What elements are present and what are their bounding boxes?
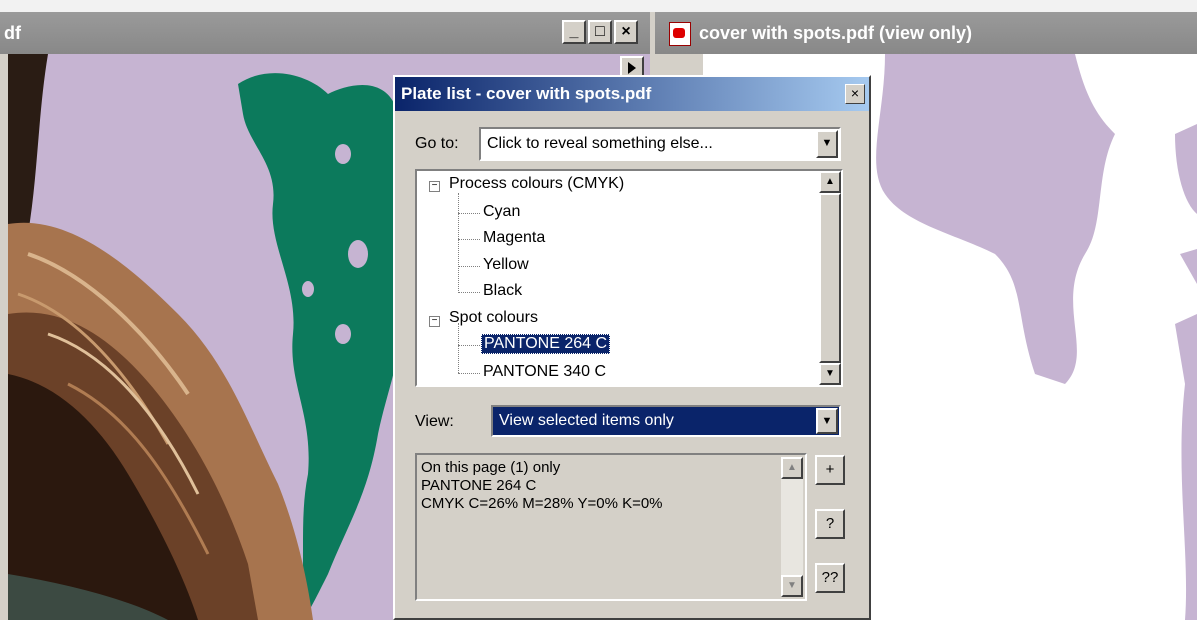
minimize-button[interactable]: _ — [562, 20, 586, 44]
tree-group-spot[interactable]: Spot colours — [449, 309, 538, 327]
view-label: View: — [415, 413, 454, 430]
help-button[interactable]: ? — [815, 509, 845, 539]
info-line: On this page (1) only — [421, 459, 561, 476]
right-window-titlebar[interactable]: cover with spots.pdf (view only) — [655, 12, 1197, 54]
tree-item-yellow[interactable]: Yellow — [483, 256, 529, 274]
dialog-close-button[interactable]: × — [845, 84, 865, 104]
tree-scrollbar[interactable]: ▲ ▼ — [819, 171, 841, 385]
close-button[interactable]: × — [614, 20, 638, 44]
plate-list-dialog: Plate list - cover with spots.pdf × Go t… — [393, 75, 871, 620]
info-scrollbar[interactable]: ▲ ▼ — [781, 457, 803, 597]
tree-item-black[interactable]: Black — [483, 282, 522, 300]
scroll-down-icon[interactable]: ▼ — [781, 575, 803, 597]
right-window-title: cover with spots.pdf (view only) — [699, 23, 973, 43]
goto-dropdown[interactable]: Click to reveal something else... ▼ — [479, 127, 841, 161]
extended-help-button[interactable]: ?? — [815, 563, 845, 593]
tree-item-pantone-340[interactable]: PANTONE 340 C — [483, 363, 606, 381]
dialog-title: Plate list - cover with spots.pdf — [401, 84, 652, 103]
scroll-thumb[interactable] — [819, 193, 841, 363]
chevron-down-icon[interactable]: ▼ — [816, 130, 838, 158]
tree-group-process[interactable]: Process colours (CMYK) — [449, 175, 624, 193]
scroll-up-icon[interactable]: ▲ — [819, 171, 841, 193]
collapse-icon[interactable]: − — [429, 181, 440, 192]
desktop-strip — [0, 0, 1197, 12]
collapse-icon[interactable]: − — [429, 316, 440, 327]
goto-label: Go to: — [415, 135, 459, 152]
dialog-titlebar[interactable]: Plate list - cover with spots.pdf × — [395, 77, 869, 111]
view-dropdown[interactable]: View selected items only ▼ — [491, 405, 841, 437]
tree-item-magenta[interactable]: Magenta — [483, 229, 545, 247]
scroll-up-icon[interactable]: ▲ — [781, 457, 803, 479]
add-button[interactable]: + — [815, 455, 845, 485]
chevron-down-icon[interactable]: ▼ — [816, 408, 838, 434]
maximize-button[interactable]: □ — [588, 20, 612, 44]
pdf-icon — [669, 22, 691, 46]
view-value: View selected items only — [499, 412, 674, 429]
tree-item-cyan[interactable]: Cyan — [483, 203, 520, 221]
tree-item-pantone-264[interactable]: PANTONE 264 C — [481, 334, 611, 354]
scroll-down-icon[interactable]: ▼ — [819, 363, 841, 385]
plate-tree[interactable]: − Process colours (CMYK) Cyan Magenta Ye… — [415, 169, 843, 387]
info-line: PANTONE 264 C — [421, 477, 537, 494]
plate-info-panel: On this page (1) only PANTONE 264 C CMYK… — [415, 453, 807, 601]
left-window-titlebar[interactable]: df _ □ × — [0, 12, 650, 54]
goto-value: Click to reveal something else... — [487, 135, 713, 152]
info-line: CMYK C=26% M=28% Y=0% K=0% — [421, 495, 663, 512]
left-window-title: df — [4, 23, 21, 43]
